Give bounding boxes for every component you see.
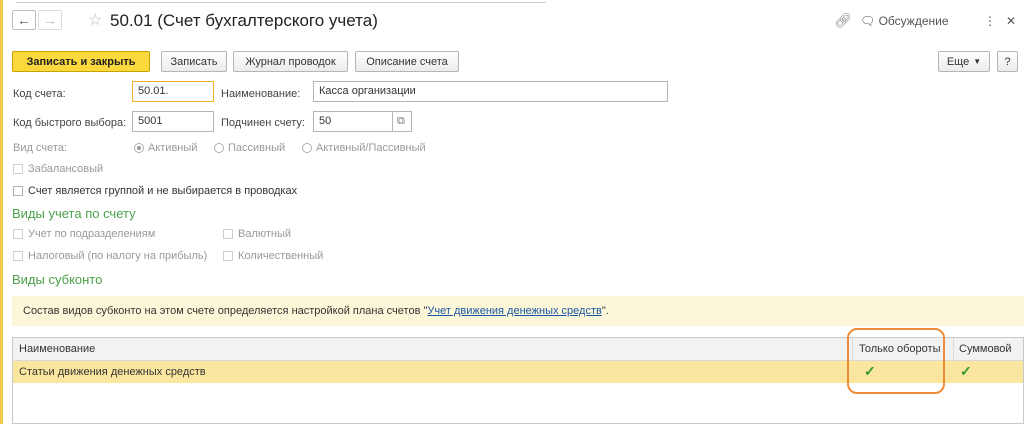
info-suffix: ". — [601, 305, 609, 317]
discussion-label: Обсуждение — [878, 14, 949, 28]
radio-dot — [302, 143, 312, 153]
radio-passive[interactable]: Пассивный — [214, 142, 285, 154]
currency-label: Валютный — [238, 228, 292, 240]
save-and-close-button[interactable]: Записать и закрыть — [12, 51, 150, 72]
quantity-checkbox[interactable]: Количественный — [223, 250, 323, 262]
subconto-title: Виды субконто — [12, 272, 103, 287]
account-description-button[interactable]: Описание счета — [355, 51, 459, 72]
radio-active-label: Активный — [148, 142, 198, 154]
help-button[interactable]: ? — [997, 51, 1018, 72]
tax-label: Налоговый (по налогу на прибыль) — [28, 250, 208, 262]
group-label: Счет является группой и не выбирается в … — [28, 185, 298, 197]
left-accent-bar — [0, 0, 3, 424]
quick-code-input[interactable]: 5001 — [132, 111, 214, 132]
group-checkbox[interactable]: Счет является группой и не выбирается в … — [13, 185, 297, 197]
name-label: Наименование: — [221, 88, 301, 100]
chat-icon: 🗨︎ — [860, 14, 876, 28]
account-code-label: Код счета: — [13, 88, 66, 100]
offbalance-checkbox[interactable]: Забалансовый — [13, 163, 103, 175]
checkbox-box — [223, 251, 233, 261]
subconto-info-bar: Состав видов субконто на этом счете опре… — [12, 296, 1024, 326]
check-icon[interactable]: ✓ — [960, 363, 972, 380]
radio-active[interactable]: Активный — [134, 142, 197, 154]
open-icon[interactable]: ⧉ — [392, 111, 412, 132]
quantity-label: Количественный — [238, 250, 324, 262]
currency-checkbox[interactable]: Валютный — [223, 228, 291, 240]
radio-active-passive-label: Активный/Пассивный — [316, 142, 426, 154]
parent-account-label: Подчинен счету: — [221, 117, 305, 129]
arrow-right-icon: → — [43, 12, 57, 28]
row-name-cell: Статьи движения денежных средств — [19, 366, 206, 378]
account-code-input[interactable]: 50.01. — [132, 81, 214, 102]
offbalance-label: Забалансовый — [28, 163, 104, 175]
plan-settings-link[interactable]: Учет движения денежных средств — [427, 305, 601, 317]
checkbox-box — [13, 186, 23, 196]
kebab-icon[interactable]: ⋮ — [984, 14, 996, 28]
checkbox-box — [13, 164, 23, 174]
window-top-strip — [0, 0, 1028, 3]
name-input[interactable]: Касса организации — [313, 81, 668, 102]
more-label: Еще — [946, 55, 970, 68]
column-header-name[interactable]: Наименование — [19, 343, 95, 355]
journal-button[interactable]: Журнал проводок — [233, 51, 348, 72]
quick-code-label: Код быстрого выбора: — [13, 117, 127, 129]
radio-active-passive[interactable]: Активный/Пассивный — [302, 142, 426, 154]
arrow-left-icon: ← — [17, 12, 31, 28]
back-button[interactable]: ← — [12, 10, 36, 30]
division-label: Учет по подразделениям — [28, 228, 156, 240]
info-text: Состав видов субконто на этом счете опре… — [23, 305, 428, 317]
radio-dot — [214, 143, 224, 153]
account-type-label: Вид счета: — [13, 142, 67, 154]
save-button[interactable]: Записать — [161, 51, 227, 72]
accounting-types-title: Виды учета по счету — [12, 206, 136, 221]
checkbox-box — [223, 229, 233, 239]
more-button[interactable]: Еще ▼ — [938, 51, 990, 72]
highlight-annotation — [847, 328, 945, 394]
column-header-sum[interactable]: Суммовой — [959, 343, 1012, 355]
star-icon[interactable]: ☆ — [88, 10, 102, 30]
checkbox-box — [13, 251, 23, 261]
forward-button[interactable]: → — [38, 10, 62, 30]
chevron-down-icon: ▼ — [973, 57, 982, 66]
page-title: 50.01 (Счет бухгалтерского учета) — [110, 11, 378, 30]
radio-passive-label: Пассивный — [228, 142, 286, 154]
tax-checkbox[interactable]: Налоговый (по налогу на прибыль) — [13, 250, 207, 262]
division-checkbox[interactable]: Учет по подразделениям — [13, 228, 155, 240]
discussion-button[interactable]: 🗨︎ Обсуждение — [860, 14, 949, 28]
link-icon[interactable]: 🔗︎ — [834, 12, 852, 29]
close-icon[interactable]: ✕ — [1006, 14, 1016, 28]
radio-dot — [134, 143, 144, 153]
tab-strip — [16, 0, 546, 3]
parent-account-input[interactable]: 50 — [313, 111, 393, 132]
checkbox-box — [13, 229, 23, 239]
